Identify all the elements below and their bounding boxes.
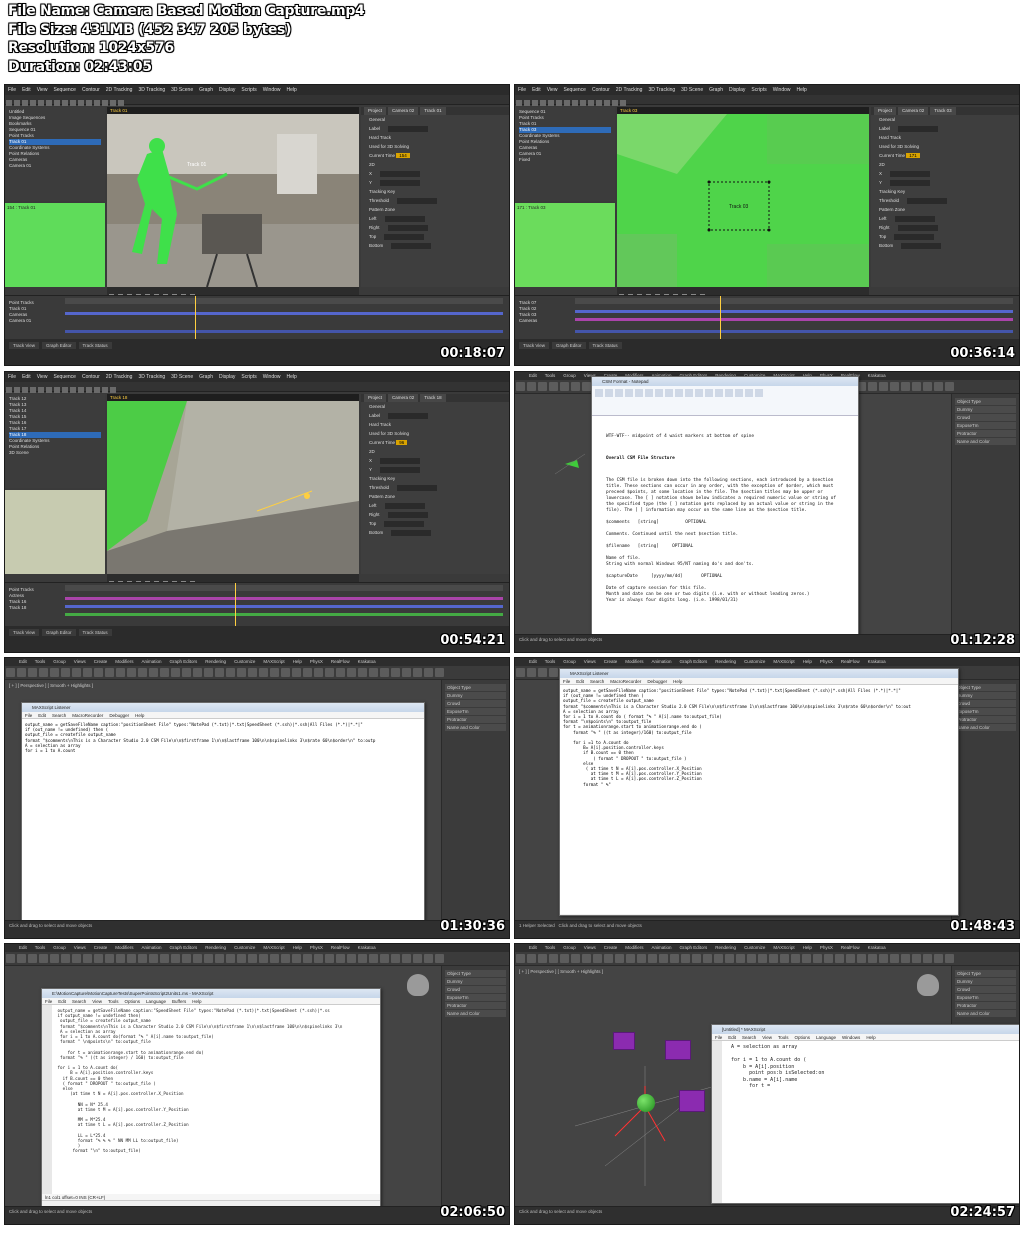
tracker-menubar: File Edit View Sequence Contour 2D Tracking 3D… [5, 372, 509, 382]
playback-controls[interactable] [107, 574, 359, 586]
max-toolbar [5, 666, 509, 680]
command-panel[interactable]: Object Type Dummy Crowd ExposeTm Protractor N… [951, 394, 1019, 634]
tracker-menubar: File Edit View Sequence Contour 2D Tracking 3D… [5, 85, 509, 95]
file-name: File Name: Camera Based Motion Capture.m… [8, 3, 365, 19]
resolution: Resolution: 1024x576 [8, 40, 174, 56]
properties-panel: Project Camera 02 Track 18 General Label H… [361, 394, 509, 574]
status-bar: Click and drag to select and move object… [5, 1206, 509, 1224]
viewcube-icon[interactable] [407, 974, 429, 996]
notepad-window[interactable]: CSM Format - Notepad WTF-WTF-- midpoint … [591, 376, 859, 638]
viewcube-icon[interactable] [917, 974, 939, 996]
thumbnail-4[interactable]: EditToolsGroupViewsCreateModifiersAnimat… [514, 371, 1020, 653]
thumbnail-6[interactable]: Edit Tools Group Views Create Modifiers Animat… [514, 657, 1020, 939]
listener-code[interactable]: output_name = getSaveFileName caption:"p… [560, 685, 958, 914]
video-viewer[interactable]: Track 03 Track 03 [617, 107, 869, 287]
timestamp: 01:12:28 [950, 633, 1015, 648]
viewer-frame [107, 401, 359, 574]
thumbnail-8[interactable]: Edit Tools Group Views Create Modifiers Animat… [514, 943, 1020, 1225]
timestamp: 01:48:43 [950, 919, 1015, 934]
playback-controls[interactable] [107, 287, 359, 299]
max-menubar: EditToolsGroupViewsCreateModifiersAnimat… [515, 658, 1019, 666]
tracker-toolbar [5, 382, 509, 393]
max-menubar: EditToolsGroupViewsCreateModifiersAnimat… [5, 944, 509, 952]
timestamp: 00:18:07 [440, 346, 505, 361]
scene-tree: Untitled Image Sequences Bookmarks Sequence… [5, 107, 105, 201]
viewport-scene [574, 1066, 715, 1186]
tracker-toolbar [515, 95, 1019, 106]
viewport-left [554, 453, 586, 475]
editor-status: ln1 col1 offset=0 INS (CR+LF) [42, 1194, 380, 1201]
status-bar: Click and drag to select and move object… [515, 1206, 1019, 1224]
status-tabs[interactable]: Track View Graph Editor Track Status [5, 339, 509, 365]
thumbnail-1[interactable]: File Edit View Sequence Contour 2D Tracking 3D… [4, 84, 510, 366]
svg-text:Track 03: Track 03 [729, 204, 748, 210]
maxscript-editor-window[interactable]: E:\MotionCapture\MotionCaptureTests\Supe… [41, 988, 381, 1210]
video-viewer[interactable]: Track 01 Track 01 [107, 107, 359, 287]
status-tabs[interactable]: Track View Graph Editor Track Status [5, 626, 509, 652]
svg-text:Track 01: Track 01 [187, 162, 206, 168]
cube-2[interactable] [665, 1040, 691, 1060]
scene-tree: Sequence 01 Point Tracks Track 01 Track 03 C… [515, 107, 615, 201]
maxscript-editor-window[interactable]: [Untitled] * MAXScript File Edit Search Vie… [711, 1024, 1019, 1204]
thumbnail-3[interactable]: File Edit View Sequence Contour 2D Tracking 3D… [4, 371, 510, 653]
ribbon-toolbar [592, 386, 858, 416]
command-panel[interactable]: Object Type Dummy Crowd ExposeTm Protractor N… [441, 680, 509, 920]
cube-3[interactable] [679, 1090, 705, 1112]
editor-code[interactable]: A = selection as array for i = 1 to A.co… [712, 1041, 1019, 1203]
status-tabs[interactable]: Track View Graph Editor Track Status [515, 339, 1019, 365]
timeline[interactable]: Point Tracks Actress Track 16 Track 18 [5, 582, 509, 626]
max-toolbar [515, 952, 1019, 966]
maxscript-listener-window[interactable]: MAXScript Listener File Edit Search MacroRe… [559, 668, 959, 916]
status-bar: 1 Helper Selected Click and drag to sele… [515, 920, 1019, 938]
max-menubar: EditToolsGroupViewsCreateModifiersAnimat… [515, 944, 1019, 952]
thumbnail-5[interactable]: Edit Tools Group Views Create Modifiers Animat… [4, 657, 510, 939]
track-preview: 154 : Track 01 [5, 203, 105, 287]
viewer-frame: Track 01 [107, 114, 359, 287]
max-toolbar [5, 952, 509, 966]
viewer-frame: Track 03 [617, 114, 869, 287]
max-menubar: EditToolsGroupViewsCreateModifiersAnimat… [5, 658, 509, 666]
thumbnail-2[interactable]: File Edit View Sequence Contour 2D Tracking 3D… [514, 84, 1020, 366]
thumbnail-grid: File Edit View Sequence Contour 2D Tracking 3D… [4, 84, 1020, 1228]
timestamp: 00:36:14 [950, 346, 1015, 361]
timestamp: 02:06:50 [440, 1205, 505, 1220]
command-panel[interactable]: Object Type Dummy Crowd ExposeTm Protractor N… [441, 966, 509, 1206]
timestamp: 02:24:57 [950, 1205, 1015, 1220]
timestamp: 00:54:21 [440, 633, 505, 648]
playback-controls[interactable] [617, 287, 869, 299]
timestamp: 01:30:36 [440, 919, 505, 934]
track-preview [5, 490, 105, 574]
properties-panel: Project Camera 02 Track 01 General Label H… [361, 107, 509, 287]
listener-code[interactable]: output_name = getSaveFileName caption:"p… [22, 719, 424, 922]
timeline[interactable]: Point Tracks Track 01 Cameras Camera 01 [5, 295, 509, 339]
track-preview: 171 : Track 03 [515, 203, 615, 287]
file-size: File Size: 431MB (452 347 205 bytes) [8, 21, 292, 38]
timeline[interactable]: Track 07 Track 02 Track 03 Cameras [515, 295, 1019, 339]
status-bar: Click and drag to select and move object… [5, 920, 509, 938]
cube-1[interactable] [613, 1032, 635, 1050]
sphere[interactable] [637, 1094, 655, 1112]
thumbnail-7[interactable]: Edit Tools Group Views Create Modifiers Animat… [4, 943, 510, 1225]
duration: Duration: 02:43:05 [8, 58, 152, 75]
tracker-toolbar [5, 95, 509, 106]
editor-code[interactable]: output_name = getSaveFileName caption:"S… [42, 1005, 380, 1194]
scene-tree: Track 12 Track 13 Track 14 Track 15 Track 16… [5, 394, 105, 488]
video-viewer[interactable]: Track 18 [107, 394, 359, 574]
command-panel[interactable]: Object Type Dummy Crowd ExposeTm Protractor N… [951, 680, 1019, 920]
file-info: File Name: Camera Based Motion Capture.m… [8, 2, 365, 76]
tracker-menubar: File Edit View Sequence Contour 2D Tracking 3D… [515, 85, 1019, 95]
maxscript-listener-window[interactable]: MAXScript Listener File Edit Search MacroRe… [21, 702, 425, 924]
status-bar: Click and drag to select and move object… [515, 634, 1019, 652]
properties-panel: Project Camera 02 Track 03 General Label H… [871, 107, 1019, 287]
